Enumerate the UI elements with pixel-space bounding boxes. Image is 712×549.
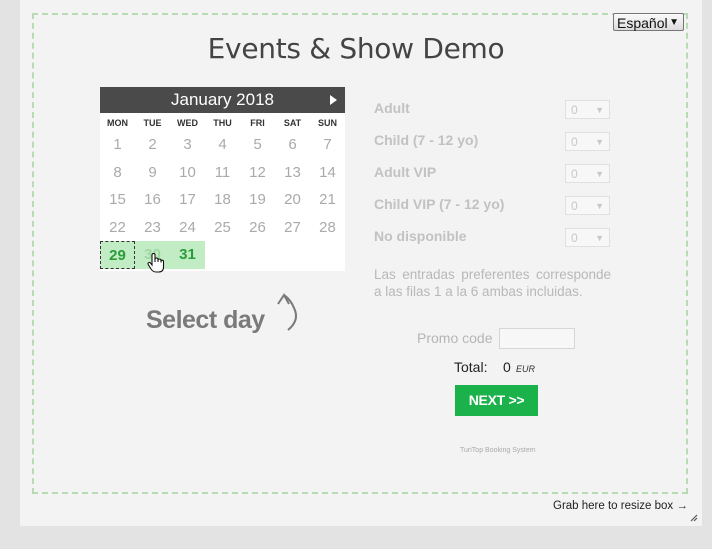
total-currency: EUR <box>516 364 536 374</box>
chevron-down-icon: ▼ <box>595 137 604 147</box>
ticket-label: Child VIP (7 - 12 yo) <box>374 196 505 212</box>
ticket-row: Adult 0 ▼ <box>374 96 612 128</box>
calendar-header: January 2018 <box>100 87 345 113</box>
calendar-day: 26 <box>249 218 266 236</box>
booking-system-credit: TuriTop Booking System <box>460 447 536 454</box>
ticket-row: Child VIP (7 - 12 yo) 0 ▼ <box>374 192 612 224</box>
calendar-week-row: 22 23 24 25 26 27 28 <box>100 214 345 242</box>
calendar-day[interactable]: 29 <box>100 241 135 269</box>
calendar-day: 11 <box>214 163 231 181</box>
ticket-quantity-value: 0 <box>571 135 578 149</box>
ticket-quantity-select[interactable]: 0 ▼ <box>565 132 610 151</box>
chevron-down-icon: ▼ <box>595 233 604 243</box>
chevron-down-icon: ▼ <box>595 105 604 115</box>
ticket-quantity-value: 0 <box>571 103 578 117</box>
calendar-day: 28 <box>319 218 336 236</box>
next-month-icon[interactable] <box>330 95 337 105</box>
chevron-down-icon: ▼ <box>595 169 604 179</box>
weekday-row: MON TUE WED THU FRI SAT SUN <box>100 115 345 131</box>
ticket-quantity-select[interactable]: 0 ▼ <box>565 164 610 183</box>
ticket-quantity-select[interactable]: 0 ▼ <box>565 228 610 247</box>
ticket-label: No disponible <box>374 228 467 244</box>
ticket-row: No disponible 0 ▼ <box>374 224 612 256</box>
calendar-day: 13 <box>284 163 301 181</box>
hand-cursor-icon <box>147 253 165 273</box>
dropdown-arrow-icon: ▼ <box>669 17 679 28</box>
calendar-day: 6 <box>288 136 297 153</box>
calendar-day: 22 <box>109 218 126 236</box>
language-select[interactable]: Español ▼ <box>613 13 684 31</box>
ticket-label: Adult <box>374 100 410 116</box>
calendar-day: 4 <box>218 136 227 153</box>
ticket-quantity-value: 0 <box>571 167 578 181</box>
seating-note: Las entradas preferentes corresponde a l… <box>374 267 611 299</box>
ticket-quantity-value: 0 <box>571 199 578 213</box>
calendar-day: 10 <box>179 163 196 181</box>
calendar-grid: MON TUE WED THU FRI SAT SUN 1 2 3 4 5 6 7 8 9 10 11 12 13 1… <box>100 115 345 269</box>
resize-handle-icon[interactable] <box>688 512 698 522</box>
weekday-label: TUE <box>143 118 162 128</box>
calendar-day: 18 <box>214 191 231 208</box>
total-label: Total: <box>454 359 488 375</box>
weekday-label: MON <box>107 118 128 128</box>
calendar-day: 24 <box>179 218 196 236</box>
calendar-empty-cell <box>275 241 310 269</box>
calendar-day: 17 <box>179 191 196 208</box>
chevron-down-icon: ▼ <box>595 201 604 211</box>
ticket-quantity-select[interactable]: 0 ▼ <box>565 196 610 215</box>
weekday-label: SAT <box>283 118 302 128</box>
calendar-day: 7 <box>323 136 332 153</box>
select-day-prompt: Select day <box>146 306 265 334</box>
calendar-day: 15 <box>109 191 126 208</box>
promo-code-label: Promo code <box>417 330 493 346</box>
weekday-label: WED <box>177 118 198 128</box>
calendar-day: 21 <box>319 191 336 208</box>
calendar-week-row: 8 9 10 11 12 13 14 <box>100 159 345 187</box>
calendar-day: 14 <box>319 163 336 181</box>
calendar-day: 1 <box>113 136 122 153</box>
calendar-empty-cell <box>240 241 275 269</box>
calendar-day: 12 <box>249 163 266 181</box>
curved-arrow-icon <box>277 293 297 331</box>
calendar-day[interactable]: 31 <box>170 241 205 269</box>
ticket-list: Adult 0 ▼ Child (7 - 12 yo) 0 ▼ Adult VIP 0 ▼ Chi… <box>374 96 612 256</box>
calendar-day: 25 <box>214 218 231 236</box>
calendar-empty-cell <box>205 241 240 269</box>
calendar-day: 20 <box>284 191 301 208</box>
calendar-day: 3 <box>183 136 192 153</box>
calendar-day: 16 <box>144 191 161 208</box>
next-button[interactable]: NEXT >> <box>455 385 538 416</box>
weekday-label: FRI <box>250 118 265 128</box>
ticket-label: Adult VIP <box>374 164 437 180</box>
calendar-month-label: January 2018 <box>170 90 275 109</box>
ticket-quantity-select[interactable]: 0 ▼ <box>565 100 610 119</box>
weekday-label: THU <box>213 118 232 128</box>
ticket-label: Child (7 - 12 yo) <box>374 132 479 148</box>
calendar-day: 19 <box>249 191 266 208</box>
calendar-day: 8 <box>113 163 122 181</box>
weekday-label: SUN <box>317 118 337 128</box>
calendar: January 2018 MON TUE WED THU FRI SAT SUN 12345… <box>100 87 345 271</box>
ticket-row: Adult VIP 0 ▼ <box>374 160 612 192</box>
calendar-day: 2 <box>148 136 157 153</box>
calendar-day: 27 <box>284 218 301 236</box>
calendar-week-row: 1 2 3 4 5 6 7 <box>100 131 345 159</box>
promo-code-input[interactable] <box>499 328 575 349</box>
ticket-quantity-value: 0 <box>571 231 578 245</box>
page-title: Events & Show Demo <box>207 32 505 65</box>
language-select-value: Español <box>617 15 668 31</box>
calendar-week-row: 15 16 17 18 19 20 21 <box>100 186 345 214</box>
calendar-empty-cell <box>310 241 345 269</box>
total-value: 0 <box>503 359 511 375</box>
resize-hint: Grab here to resize box → <box>553 500 688 512</box>
calendar-day: 5 <box>253 136 262 153</box>
calendar-week-row: 293031 <box>100 241 345 269</box>
ticket-row: Child (7 - 12 yo) 0 ▼ <box>374 128 612 160</box>
calendar-day: 23 <box>144 218 161 236</box>
calendar-day: 9 <box>148 163 157 181</box>
